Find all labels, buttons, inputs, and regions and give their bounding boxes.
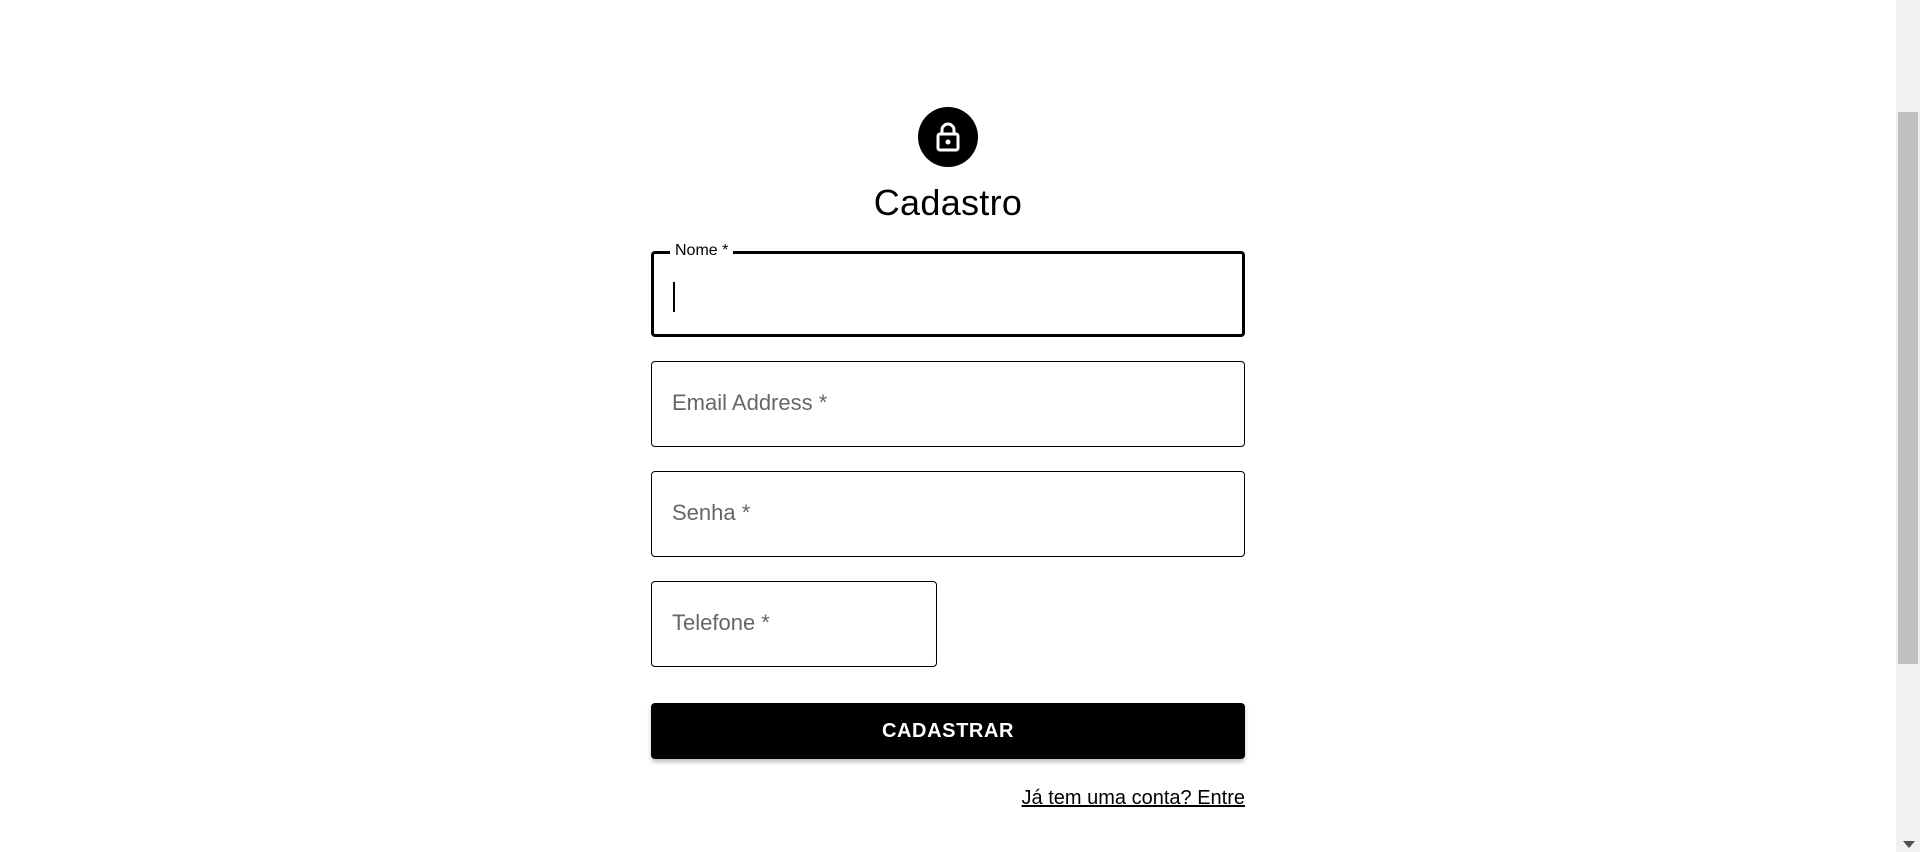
email-field[interactable]: Email Address * bbox=[651, 361, 1245, 447]
signup-container: Cadastro Nome * Email Address * Senha * … bbox=[651, 107, 1245, 810]
scrollbar-thumb[interactable] bbox=[1898, 112, 1918, 664]
password-field-label: Senha * bbox=[672, 500, 751, 525]
phone-field-label: Telefone * bbox=[672, 610, 770, 635]
signup-page: Cadastro Nome * Email Address * Senha * … bbox=[0, 0, 1920, 852]
name-field[interactable]: Nome * bbox=[651, 241, 1245, 337]
login-link[interactable]: Já tem uma conta? Entre bbox=[1022, 787, 1245, 810]
avatar bbox=[918, 107, 978, 167]
name-field-label: Nome * bbox=[670, 241, 734, 261]
signup-form: Nome * Email Address * Senha * Telefone … bbox=[651, 241, 1245, 810]
text-caret bbox=[673, 282, 675, 312]
scrollbar[interactable] bbox=[1896, 0, 1920, 852]
page-title: Cadastro bbox=[873, 182, 1023, 223]
lock-icon bbox=[936, 122, 960, 152]
scroll-down-icon[interactable] bbox=[1903, 841, 1915, 848]
phone-field[interactable]: Telefone * bbox=[651, 581, 937, 667]
email-field-label: Email Address * bbox=[672, 390, 828, 415]
password-field[interactable]: Senha * bbox=[651, 471, 1245, 557]
submit-button[interactable]: CADASTRAR bbox=[651, 703, 1245, 759]
